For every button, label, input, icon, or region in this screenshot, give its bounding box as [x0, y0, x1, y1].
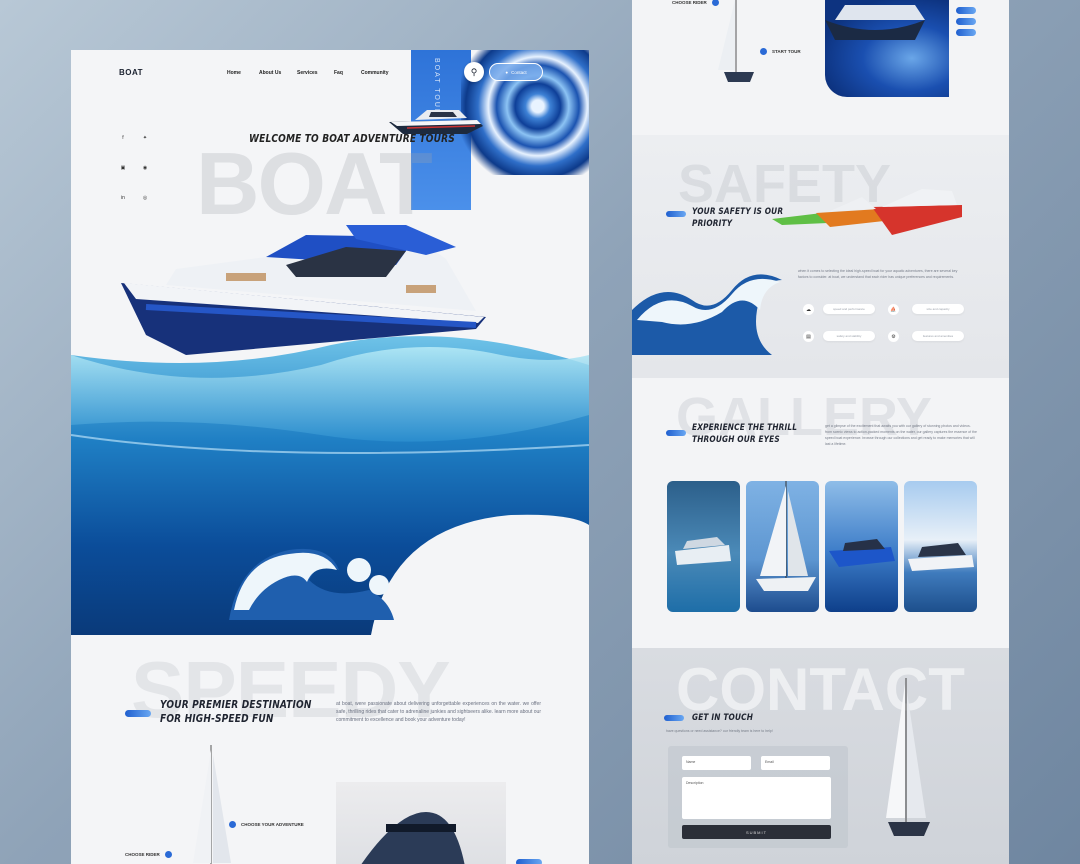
- logo[interactable]: BOAT: [119, 68, 143, 77]
- gallery-image-4[interactable]: [904, 481, 977, 612]
- sections-preview: CHOOSE RIDER START TOUR SAFETY YOUR SAFE…: [632, 0, 1009, 864]
- shield-icon: ▤: [803, 331, 814, 342]
- speedboats-image: [772, 189, 962, 235]
- premier-destination-text: at boat, were passionate about deliverin…: [336, 701, 541, 723]
- boat-icon: ⛵: [888, 304, 899, 315]
- start-tour-link[interactable]: START TOUR: [760, 48, 801, 55]
- contact-title: GET IN TOUCH: [692, 713, 754, 723]
- toggle-indicator[interactable]: [956, 7, 976, 14]
- bullet-dot: [164, 851, 172, 858]
- facebook-icon[interactable]: f: [118, 133, 128, 143]
- tour-section: CHOOSE RIDER START TOUR: [632, 0, 1009, 135]
- name-field[interactable]: Name: [682, 756, 751, 770]
- gallery-image-2[interactable]: [746, 481, 819, 612]
- small-yacht-image: [389, 110, 483, 134]
- instagram-icon[interactable]: ▣: [118, 163, 128, 173]
- email-field[interactable]: Email: [761, 756, 830, 770]
- bullet-dot: [229, 821, 236, 828]
- premier-destination-title: YOUR PREMIER DESTINATION FOR HIGH-SPEED …: [160, 698, 312, 725]
- hero-section: BOAT TOUR BOAT Home About Us Services Fa…: [71, 50, 589, 635]
- splash-wave-image: [229, 548, 394, 620]
- sailboat-image: [886, 678, 930, 836]
- gear-icon: ⚙: [888, 331, 899, 342]
- nav-community[interactable]: Community: [361, 70, 389, 76]
- boat-preview-image: [336, 782, 506, 864]
- feature-amenities[interactable]: features and amenities: [912, 331, 964, 341]
- choose-rider-link[interactable]: CHOOSE RIDER: [125, 851, 172, 858]
- main-yacht-image: [121, 225, 486, 355]
- section-accent-pill: [666, 211, 686, 217]
- gallery-title: EXPERIENCE THE THRILL THROUGH OUR EYES: [692, 423, 798, 445]
- submit-button[interactable]: SUBMIT: [682, 825, 831, 839]
- gallery-image-1[interactable]: [667, 481, 740, 612]
- toggle-indicator[interactable]: [956, 18, 976, 25]
- contact-text: have questions or need assistance? our f…: [666, 729, 773, 733]
- nav-about[interactable]: About Us: [259, 70, 281, 76]
- landing-page-preview: BOAT TOUR BOAT Home About Us Services Fa…: [71, 50, 589, 864]
- contact-button[interactable]: ● Contact: [489, 63, 543, 81]
- toggle-indicator[interactable]: [956, 29, 976, 36]
- sailboat-image: [193, 745, 231, 864]
- yacht-wave-image: [825, 0, 949, 97]
- choose-adventure-link[interactable]: CHOOSE YOUR ADVENTURE: [229, 821, 304, 828]
- section-accent-pill: [666, 430, 686, 436]
- sailboat-image: [718, 0, 754, 82]
- splash-wave-image: [632, 274, 782, 355]
- bullet-dot: [760, 48, 767, 55]
- gauge-icon: ☁: [803, 304, 814, 315]
- nav-home[interactable]: Home: [227, 70, 241, 76]
- nav-services[interactable]: Services: [297, 70, 318, 76]
- gallery-image-3[interactable]: [825, 481, 898, 612]
- description-field[interactable]: Description: [682, 777, 831, 819]
- contact-label: Contact: [511, 69, 527, 75]
- nav-faq[interactable]: Faq: [334, 70, 343, 76]
- carousel-indicator[interactable]: [516, 859, 542, 864]
- search-button[interactable]: ⚲: [464, 62, 484, 82]
- twitter-icon[interactable]: ✦: [140, 133, 150, 143]
- feature-safety[interactable]: safety and stability: [823, 331, 875, 341]
- safety-text: when it comes to selecting the ideal hig…: [798, 269, 958, 279]
- section-accent-pill: [664, 715, 684, 721]
- safety-section: SAFETY YOUR SAFETY IS OUR PRIORITY when …: [632, 135, 1009, 378]
- user-icon: ●: [505, 69, 509, 75]
- pinterest-icon[interactable]: ◎: [140, 193, 150, 203]
- feature-size[interactable]: size and capacity: [912, 304, 964, 314]
- search-icon: ⚲: [470, 66, 478, 77]
- linkedin-icon[interactable]: in: [118, 193, 128, 203]
- section-accent-pill: [125, 710, 151, 717]
- hero-background-word: BOAT: [196, 134, 433, 233]
- gallery-text: get a glimpse of the excitement that awa…: [825, 424, 977, 446]
- camera-icon[interactable]: ◉: [140, 163, 150, 173]
- feature-speed[interactable]: speed and performance: [823, 304, 875, 314]
